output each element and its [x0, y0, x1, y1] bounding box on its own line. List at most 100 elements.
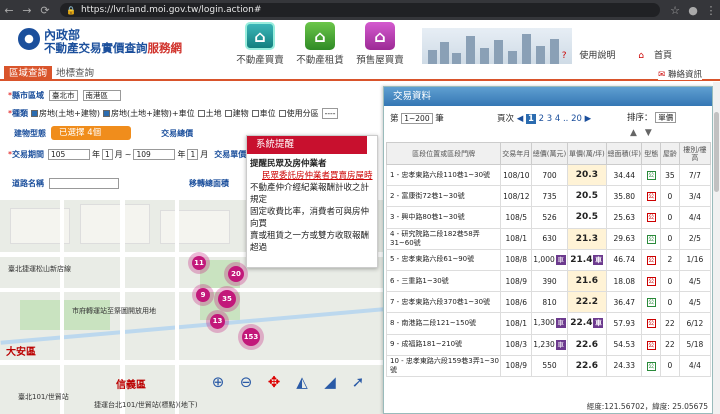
- type-mark[interactable]: 公: [646, 192, 656, 202]
- table-row[interactable]: 2 - 富康街72巷1~30號 108/12 735 20.5 35.80 公 0 3/4: [385, 185, 712, 208]
- map-cluster[interactable]: 9: [196, 288, 210, 302]
- nav-rental[interactable]: ⌂ 不動產租賃: [290, 22, 350, 66]
- cell-address[interactable]: 1 - 忠孝東路六段110巷1~30號: [385, 163, 502, 187]
- home-link[interactable]: ⌂ 首頁: [628, 51, 672, 61]
- pan-icon[interactable]: ✥: [260, 373, 288, 391]
- cell-address[interactable]: 5 - 忠孝東路六段61~90號: [385, 248, 502, 271]
- map-label-metro: 臺北捷運松山新店線: [8, 265, 71, 273]
- table-row[interactable]: 6 - 三重路1~30號 108/9 390 21.6 18.08 公 0 4/5: [385, 269, 712, 293]
- type-option-2: 房地(土地+建物)+車位: [110, 108, 195, 118]
- type-checkbox-5[interactable]: [251, 109, 259, 117]
- map-cluster[interactable]: 35: [218, 290, 236, 308]
- county-select[interactable]: 臺北市: [49, 89, 78, 101]
- road-row: 道路名稱 移轉總面積: [8, 176, 229, 190]
- map-cluster[interactable]: 153: [242, 328, 260, 346]
- type-mark[interactable]: 公: [646, 340, 656, 350]
- page-link[interactable]: 2: [539, 114, 544, 124]
- col-age[interactable]: 屋齡: [660, 142, 680, 165]
- menu-icon[interactable]: ⋮: [702, 4, 720, 17]
- star-icon[interactable]: ☆: [666, 4, 684, 17]
- range-select[interactable]: 1~200: [401, 113, 433, 124]
- type-mark[interactable]: 公: [646, 361, 656, 371]
- profile-icon[interactable]: ●: [684, 4, 702, 17]
- from-month-select[interactable]: 1: [102, 148, 113, 160]
- type-mark[interactable]: 公: [646, 298, 656, 308]
- col-unit[interactable]: 單價(萬/坪): [566, 142, 608, 165]
- page-link-current[interactable]: 1: [525, 114, 536, 124]
- type-checkbox-3[interactable]: [197, 109, 205, 117]
- zone-select[interactable]: ----: [321, 107, 339, 119]
- cell-address[interactable]: 2 - 富康街72巷1~30號: [385, 185, 502, 208]
- to-year-input[interactable]: 109: [133, 148, 176, 160]
- type-mark[interactable]: 公: [646, 319, 656, 329]
- col-total[interactable]: 總價(萬元): [531, 142, 568, 165]
- type-mark[interactable]: 公: [646, 234, 656, 244]
- prev-page-icon[interactable]: ◀: [517, 114, 524, 124]
- address-bar[interactable]: 🔒 https://lvr.land.moi.gov.tw/login.acti…: [60, 3, 660, 17]
- zoom-out-icon[interactable]: ⊖: [232, 373, 260, 391]
- cell-address[interactable]: 8 - 南港路二段121~150號: [385, 312, 502, 335]
- cell-address[interactable]: 6 - 三重路1~30號: [385, 269, 502, 293]
- col-type[interactable]: 型態: [641, 142, 662, 165]
- type-checkbox-4[interactable]: [224, 109, 232, 117]
- notice-highlight[interactable]: 民眾委託房仲業者買賣房屋時: [250, 170, 374, 182]
- page-link[interactable]: 3: [547, 114, 552, 124]
- district-select[interactable]: 南港區: [82, 89, 121, 101]
- nav-presale[interactable]: ⌂ 預售屋買賣: [350, 22, 410, 66]
- zone-checkbox[interactable]: [278, 109, 286, 117]
- cell-address[interactable]: 4 - 研究院路二段182巷58弄31~60號: [385, 227, 502, 250]
- contact-link[interactable]: ✉ 聯絡資訊: [658, 68, 702, 80]
- scroll-thumb[interactable]: [714, 112, 719, 192]
- total-value: 1,000: [533, 254, 555, 264]
- col-area[interactable]: 總面積(坪): [606, 142, 643, 165]
- type-checkbox-2[interactable]: [102, 109, 110, 117]
- table-row[interactable]: 10 - 忠孝東路六段159巷3弄1~30號 108/9 550 22.6 24.33 公…: [385, 354, 712, 377]
- page-link-last[interactable]: 20: [571, 114, 582, 124]
- total-value: 550: [542, 361, 557, 371]
- table-row[interactable]: 8 - 南港路二段121~150號 108/1 1,300 車 22.4 車 57.93 公 2…: [385, 312, 712, 335]
- type-mark[interactable]: 公: [646, 171, 656, 181]
- page-link[interactable]: 4: [555, 114, 560, 124]
- map-cluster[interactable]: 11: [192, 256, 206, 270]
- measure-line-icon[interactable]: ◭: [288, 373, 316, 391]
- type-checkbox-1[interactable]: [31, 109, 38, 117]
- col-floor[interactable]: 樓別/樓高: [678, 142, 712, 165]
- page-scrollbar[interactable]: [713, 82, 720, 414]
- reload-icon[interactable]: ⟳: [36, 4, 54, 17]
- forward-icon[interactable]: →: [18, 4, 36, 17]
- table-row[interactable]: 3 - 興中路80巷1~30號 108/5 526 20.5 25.63 公 0 4/4: [385, 206, 712, 229]
- from-year-input[interactable]: 105: [48, 148, 90, 160]
- nav-sale[interactable]: ⌂ 不動產買賣: [230, 22, 290, 66]
- next-page-icon[interactable]: ▶: [585, 114, 592, 124]
- type-mark[interactable]: 公: [646, 277, 656, 287]
- zoom-in-icon[interactable]: ⊕: [204, 373, 232, 391]
- sort-select[interactable]: 單價: [655, 112, 677, 123]
- table-row[interactable]: 5 - 忠孝東路六段61~90號 108/8 1,000 車 21.4 車 46.74 公 2 1…: [385, 248, 712, 271]
- table-row[interactable]: 9 - 成福路181~210號 108/3 1,230 車 22.6 54.53 公 22 5/…: [385, 333, 712, 356]
- cell-address[interactable]: 9 - 成福路181~210號: [385, 333, 502, 356]
- table-row[interactable]: 7 - 忠孝東路六段370巷1~30號 108/6 810 22.2 36.47 公 0 4/…: [385, 291, 712, 314]
- type-mark[interactable]: 公: [646, 213, 656, 223]
- sort-desc-icon[interactable]: ▼: [645, 128, 660, 138]
- select-icon[interactable]: ➚: [344, 373, 372, 391]
- cell-address[interactable]: 7 - 忠孝東路六段370巷1~30號: [385, 291, 502, 314]
- table-row[interactable]: 1 - 忠孝東路六段110巷1~30號 108/10 700 20.3 34.44 公 35…: [385, 163, 712, 187]
- tab-landmark-query[interactable]: 地標查詢: [56, 66, 94, 81]
- site-logo[interactable]: 內政部 不動產交易實價查詢服務網: [18, 26, 228, 60]
- back-icon[interactable]: ←: [0, 4, 18, 17]
- road-input[interactable]: [49, 177, 119, 189]
- type-mark[interactable]: 公: [646, 255, 656, 265]
- building-type-picker[interactable]: 已選擇 4個: [51, 126, 132, 140]
- measure-area-icon[interactable]: ◢: [316, 373, 344, 391]
- sort-asc-icon[interactable]: ▲: [630, 128, 645, 138]
- to-month-select[interactable]: 1: [187, 148, 199, 160]
- map-cluster[interactable]: 20: [228, 266, 244, 282]
- col-address[interactable]: 區段位置或區段門牌: [385, 142, 502, 165]
- table-row[interactable]: 4 - 研究院路二段182巷58弄31~60號 108/1 630 21.3 29.63…: [385, 227, 712, 250]
- map-cluster[interactable]: 13: [210, 314, 225, 329]
- help-link[interactable]: ? 使用說明: [552, 51, 616, 61]
- cell-address[interactable]: 10 - 忠孝東路六段159巷3弄1~30號: [385, 354, 502, 377]
- col-date[interactable]: 交易年月: [500, 142, 533, 165]
- tab-area-query[interactable]: 區域查詢: [4, 66, 52, 81]
- cell-address[interactable]: 3 - 興中路80巷1~30號: [385, 206, 502, 229]
